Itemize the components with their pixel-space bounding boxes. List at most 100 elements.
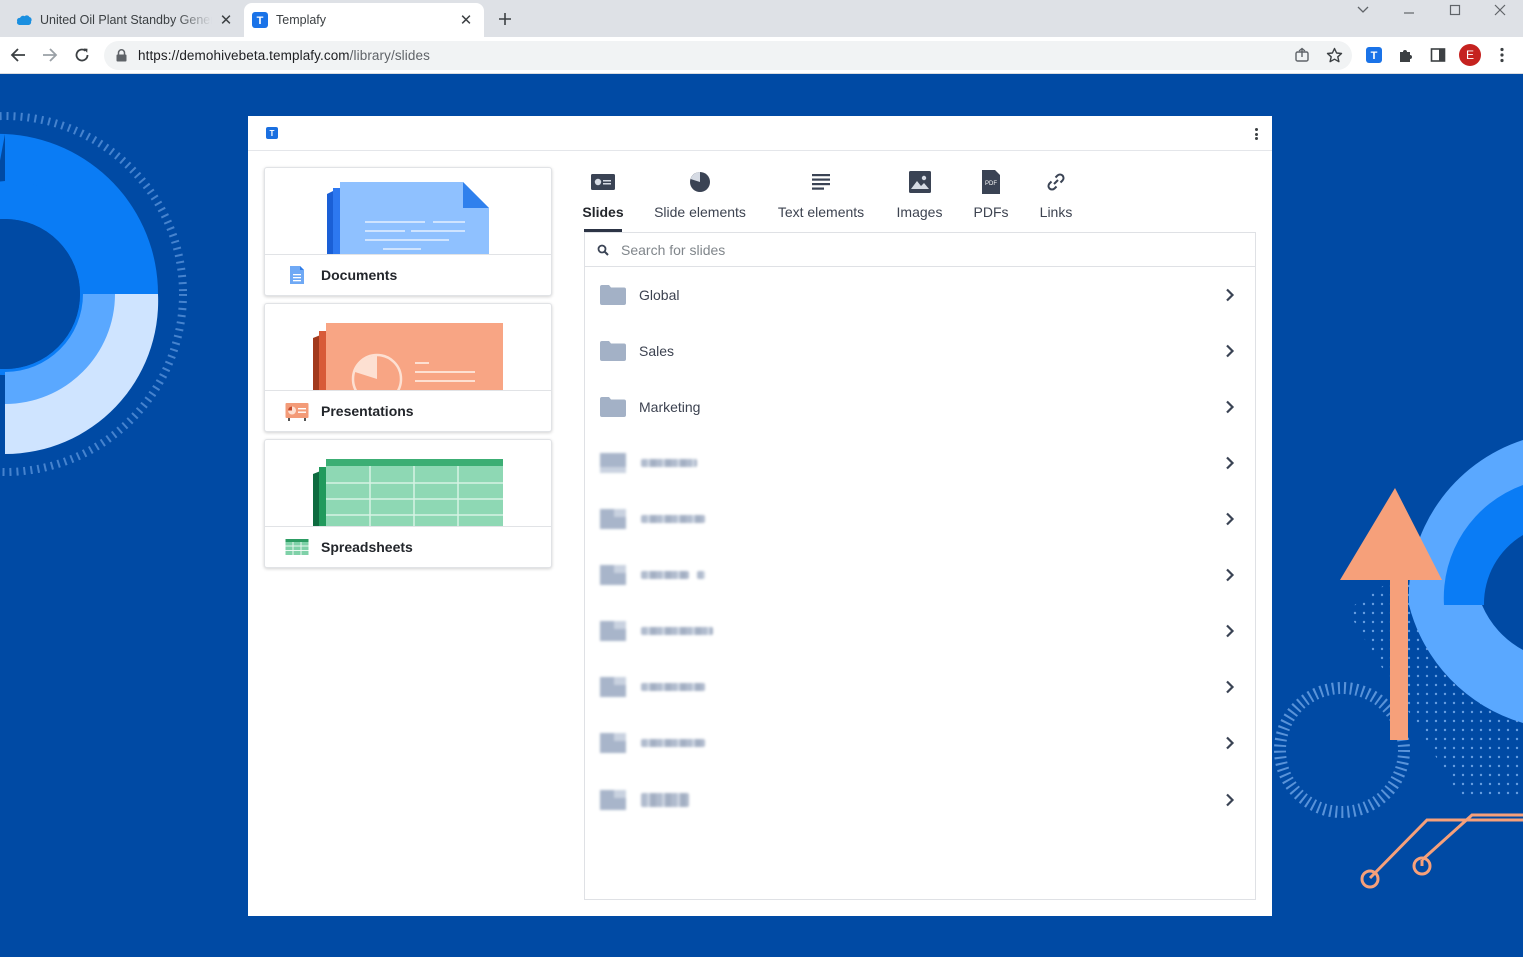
- forward-button[interactable]: [37, 42, 63, 68]
- browser-tab-templafy[interactable]: T Templafy ✕: [244, 3, 484, 37]
- spreadsheet-icon: [285, 537, 309, 557]
- folder-row-sales[interactable]: Sales: [585, 323, 1255, 379]
- folder-row-redacted[interactable]: [585, 659, 1255, 715]
- share-icon: [1295, 47, 1309, 62]
- templafy-icon: T: [1366, 47, 1382, 63]
- folder-row-redacted[interactable]: [585, 491, 1255, 547]
- close-icon[interactable]: ✕: [458, 12, 474, 29]
- lock-icon: [116, 49, 130, 62]
- tab-slide-elements[interactable]: Slide elements: [654, 166, 746, 232]
- redacted-folder-name: [641, 627, 713, 635]
- chevron-right-icon: [1226, 793, 1235, 807]
- browser-toolbar: https://demohivebeta.templafy.com/librar…: [0, 37, 1523, 74]
- close-icon: [1494, 4, 1506, 16]
- folder-icon: [600, 453, 626, 473]
- search-bar: [585, 233, 1255, 267]
- templafy-logo: T: [266, 127, 278, 139]
- minimize-button[interactable]: [1386, 0, 1432, 20]
- share-button[interactable]: [1292, 45, 1312, 65]
- tab-links[interactable]: Links: [1039, 166, 1073, 232]
- tab-pdfs[interactable]: PDF PDFs: [974, 166, 1009, 232]
- browser-tab-title: Templafy: [276, 13, 327, 27]
- extensions-button[interactable]: [1396, 45, 1416, 65]
- redacted-folder-name: [641, 515, 705, 523]
- templafy-icon: T: [252, 12, 268, 28]
- search-input[interactable]: [621, 241, 1221, 258]
- close-icon[interactable]: ✕: [218, 12, 234, 29]
- content-type-tabs: Slides Slide elements Text elements Imag…: [582, 166, 1073, 232]
- slides-icon: [591, 170, 615, 194]
- address-bar[interactable]: https://demohivebeta.templafy.com/librar…: [104, 41, 1352, 70]
- pdf-icon-text: PDF: [985, 181, 997, 187]
- folder-row-redacted[interactable]: [585, 772, 1255, 828]
- url-host: https://demohivebeta.templafy.com: [138, 48, 350, 63]
- chevron-right-icon: [1226, 680, 1235, 694]
- documents-card[interactable]: Documents: [264, 167, 552, 296]
- chevron-right-icon: [1226, 400, 1235, 414]
- folder-name: Marketing: [639, 399, 701, 415]
- maximize-icon: [1449, 4, 1461, 16]
- folder-icon: [600, 509, 626, 529]
- reload-icon: [75, 48, 89, 62]
- pie-chart-icon: [689, 170, 711, 194]
- folder-icon: [600, 677, 626, 697]
- slides-panel: Global Sales Marketing: [584, 232, 1256, 900]
- folder-name: Sales: [639, 343, 675, 359]
- redacted-folder-name: [641, 739, 705, 747]
- back-button[interactable]: [5, 42, 31, 68]
- plus-icon: [499, 13, 511, 25]
- chevron-down-icon: [1357, 6, 1369, 13]
- maximize-button[interactable]: [1432, 0, 1478, 20]
- app-header: T: [248, 116, 1272, 151]
- kebab-dot-icon: [1254, 132, 1258, 136]
- folder-row-redacted[interactable]: [585, 547, 1255, 603]
- presentations-illustration: [265, 304, 551, 391]
- minimize-icon: [1404, 12, 1414, 14]
- folder-row-redacted[interactable]: [585, 715, 1255, 771]
- redacted-folder-name: [641, 459, 697, 467]
- profile-avatar[interactable]: E: [1459, 44, 1481, 66]
- presentation-icon: [285, 401, 309, 421]
- spreadsheets-illustration: [265, 440, 551, 527]
- tab-search-button[interactable]: [1340, 0, 1386, 20]
- folder-row-marketing[interactable]: Marketing: [585, 379, 1255, 435]
- star-icon: [1326, 47, 1342, 62]
- chevron-right-icon: [1226, 512, 1235, 526]
- folder-row-global[interactable]: Global: [585, 267, 1255, 323]
- background-ring-left-decoration: [0, 112, 187, 476]
- kebab-menu-icon: [1500, 47, 1504, 63]
- folder-icon: [600, 733, 626, 753]
- folder-row-redacted[interactable]: [585, 435, 1255, 491]
- side-panel-button[interactable]: [1428, 45, 1448, 65]
- search-icon: [597, 244, 609, 256]
- new-tab-button[interactable]: [494, 8, 516, 30]
- url-path: /library/slides: [349, 48, 430, 63]
- browser-tab-salesforce[interactable]: United Oil Plant Standby Generat ✕: [8, 3, 244, 37]
- redacted-folder-name: [641, 683, 705, 691]
- arrow-left-icon: [10, 48, 25, 62]
- tab-text-elements[interactable]: Text elements: [777, 166, 865, 232]
- folder-icon: [600, 565, 626, 585]
- bookmark-button[interactable]: [1324, 45, 1344, 65]
- documents-label: Documents: [321, 267, 398, 283]
- reload-button[interactable]: [69, 42, 95, 68]
- side-panel-icon: [1430, 48, 1446, 62]
- document-icon: [285, 265, 309, 285]
- spreadsheet-illustration-icon: [313, 459, 503, 526]
- tab-images[interactable]: Images: [896, 166, 943, 232]
- templafy-extension-button[interactable]: T: [1364, 45, 1384, 65]
- kebab-dot-icon: [1254, 137, 1258, 140]
- arrow-right-icon: [43, 48, 58, 62]
- spreadsheets-card[interactable]: Spreadsheets: [264, 439, 552, 568]
- redacted-folder-name: [641, 571, 689, 579]
- app-menu-button[interactable]: [1252, 126, 1260, 142]
- salesforce-cloud-icon: [16, 12, 32, 28]
- window-close-button[interactable]: [1477, 0, 1523, 20]
- presentations-card[interactable]: Presentations: [264, 303, 552, 432]
- pdf-icon: PDF: [982, 170, 1000, 194]
- folder-row-redacted[interactable]: [585, 603, 1255, 659]
- tab-slides[interactable]: Slides: [582, 166, 624, 232]
- browser-menu-button[interactable]: [1492, 45, 1512, 65]
- folder-icon: [600, 397, 626, 417]
- templafy-icon-letter: T: [1371, 50, 1378, 62]
